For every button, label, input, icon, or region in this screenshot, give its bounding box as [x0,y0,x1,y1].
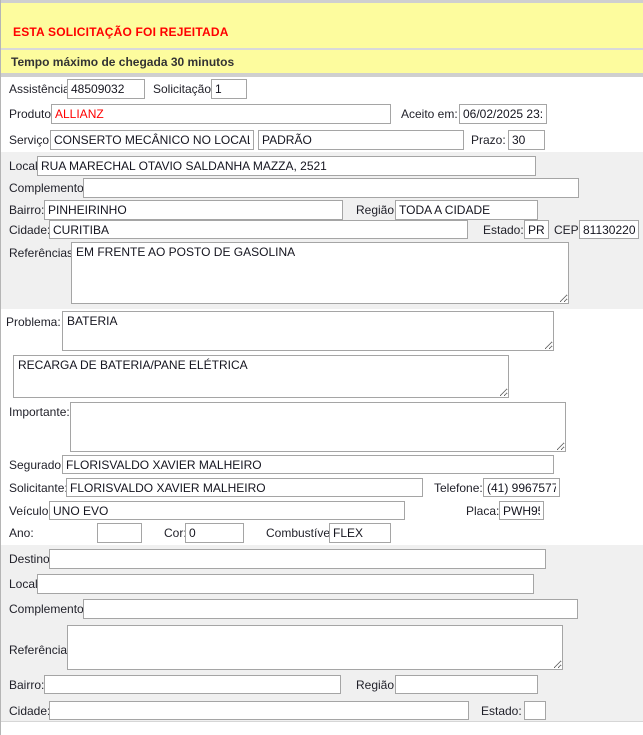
destino-cidade-label: Cidade: [9,704,50,718]
destino-input[interactable] [49,549,546,569]
destino-complemento-label: Complemento: [9,602,87,616]
cep-label: CEP: [554,223,582,237]
destino-estado-input[interactable] [524,701,546,720]
segurado-label: Segurado: [9,458,64,472]
rejected-banner: ESTA SOLICITAÇÃO FOI REJEITADA [1,3,643,48]
cor-input[interactable] [185,523,244,543]
solicitacao-label: Solicitação: [153,82,214,96]
destino-bairro-input[interactable] [44,675,341,694]
destino-bairro-label: Bairro: [9,678,44,692]
solicitante-input[interactable] [66,478,423,497]
destino-estado-label: Estado: [481,704,522,718]
aceito-em-label: Aceito em: [401,107,458,121]
destino-label: Destino: [9,552,53,566]
veiculo-input[interactable] [49,501,405,520]
combustivel-label: Combustível: [266,526,336,540]
segurado-input[interactable] [62,455,554,474]
assistencia-input[interactable] [67,79,145,99]
request-form-page: ESTA SOLICITAÇÃO FOI REJEITADA Tempo máx… [0,0,643,735]
estado-label: Estado: [483,223,524,237]
problema-textarea[interactable]: BATERIA [62,311,554,351]
problema-descricao-textarea[interactable]: RECARGA DE BATERIA/PANE ELÉTRICA [13,355,509,398]
importante-textarea[interactable] [70,402,566,452]
cidade-input[interactable] [49,220,468,239]
rejected-banner-text: ESTA SOLICITAÇÃO FOI REJEITADA [13,25,229,39]
placa-input[interactable] [499,501,544,520]
destino-referencia-textarea[interactable] [67,625,563,670]
destino-complemento-input[interactable] [83,599,578,619]
assistencia-label: Assistência: [9,82,73,96]
max-arrival-banner: Tempo máximo de chegada 30 minutos [1,50,643,73]
destino-regiao-input[interactable] [395,675,538,694]
veiculo-label: Veículo: [9,504,52,518]
prazo-input[interactable] [508,130,545,150]
solicitacao-input[interactable] [211,79,247,99]
cor-label: Cor: [164,526,187,540]
placa-label: Placa: [466,504,499,518]
problema-label: Problema: [6,315,61,329]
combustivel-input[interactable] [329,523,391,543]
produto-label: Produto: [9,107,54,121]
regiao-label: Região: [356,203,397,217]
prazo-label: Prazo: [471,133,506,147]
ano-input[interactable] [97,523,142,543]
estado-input[interactable] [524,220,549,239]
complemento-label: Complemento: [9,181,87,195]
servico-input[interactable] [50,130,254,150]
telefone-input[interactable] [483,478,560,497]
destino-referencia-label: Referência: [9,643,70,657]
destino-cidade-input[interactable] [49,701,469,720]
mid-strip [1,73,643,77]
servico-label: Serviço: [9,133,52,147]
regiao-input[interactable] [395,200,538,220]
bottom-divider [1,721,643,722]
telefone-label: Telefone: [434,481,483,495]
complemento-input[interactable] [83,178,579,198]
referencias-textarea[interactable]: EM FRENTE AO POSTO DE GASOLINA [71,242,569,304]
referencias-label: Referências: [9,246,76,260]
max-arrival-banner-text: Tempo máximo de chegada 30 minutos [11,55,234,69]
destino-regiao-label: Região: [356,678,397,692]
cep-input[interactable] [579,220,639,239]
bairro-input[interactable] [44,200,343,220]
local-input[interactable] [37,156,536,176]
ano-label: Ano: [9,526,34,540]
servico-tipo-input[interactable] [258,130,464,150]
solicitante-label: Solicitante: [9,481,68,495]
bairro-label: Bairro: [9,203,44,217]
importante-label: Importante: [9,405,70,419]
cidade-label: Cidade: [9,223,50,237]
produto-input[interactable] [51,104,391,124]
destino-local-input[interactable] [37,574,534,594]
aceito-em-input[interactable] [459,104,547,124]
